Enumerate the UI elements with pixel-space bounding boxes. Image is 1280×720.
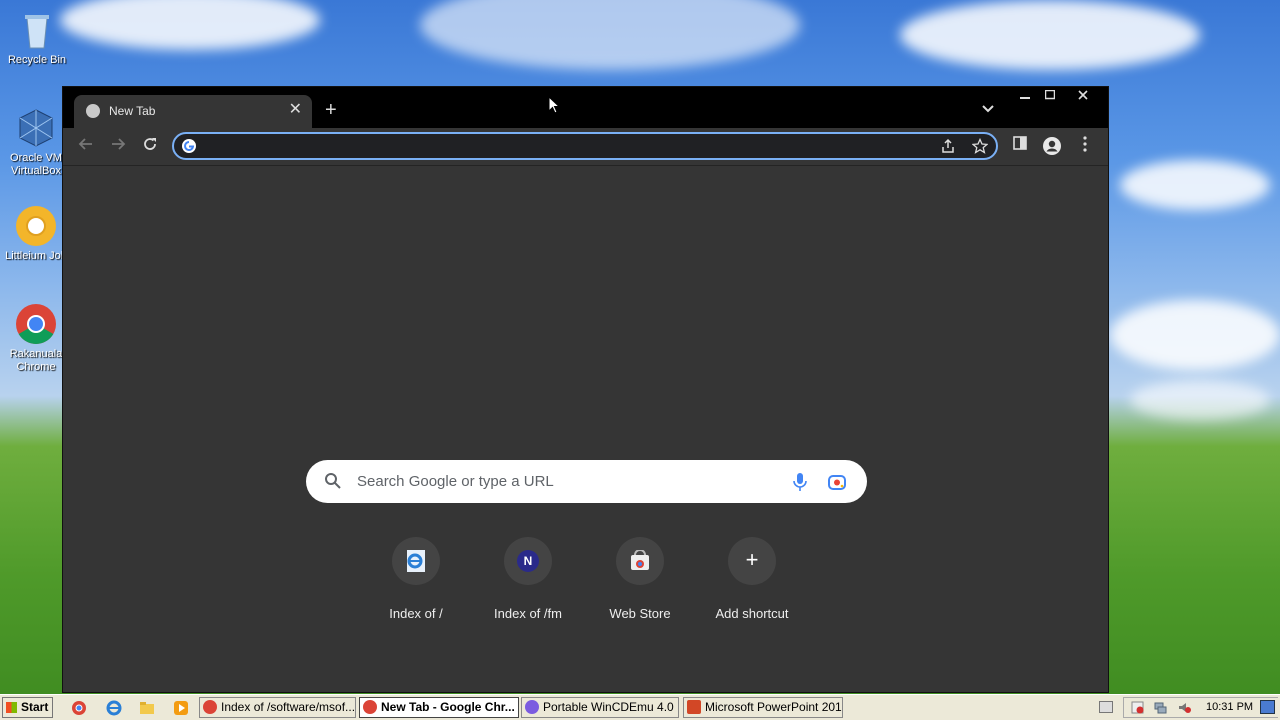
- task-label: Index of /software/msof...: [221, 700, 356, 714]
- desktop-icon-label: Oracle VM VirtualBox: [10, 152, 62, 177]
- recycle-bin-icon: [15, 8, 59, 52]
- taskbar-item-new-tab[interactable]: New Tab - Google Chr...: [359, 697, 519, 718]
- maximize-button[interactable]: [1036, 87, 1064, 107]
- search-placeholder[interactable]: Search Google or type a URL: [357, 473, 554, 490]
- taskbar-clock[interactable]: 10:31 PM: [1206, 701, 1253, 713]
- tab-search-chevron-icon[interactable]: [982, 101, 994, 116]
- taskbar-item-powerpoint[interactable]: Microsoft PowerPoint 2010: [683, 697, 843, 718]
- search-icon: [325, 473, 341, 489]
- chrome-icon: [14, 302, 58, 346]
- chromium-icon: [14, 204, 58, 248]
- taskbar-item-index-of-software[interactable]: Index of /software/msof...: [199, 697, 356, 718]
- shortcut-tile: N: [504, 537, 552, 585]
- bookmark-star-icon[interactable]: [971, 137, 989, 159]
- microphone-icon[interactable]: [792, 472, 808, 492]
- quicklaunch-chrome-icon[interactable]: [71, 700, 87, 716]
- shortcut-tile: [392, 537, 440, 585]
- shortcut-index-of-root[interactable]: Index of /: [361, 537, 471, 621]
- powerpoint-icon: [687, 700, 701, 714]
- shortcut-tile: [616, 537, 664, 585]
- mouse-cursor-icon: [548, 96, 560, 114]
- profile-avatar-icon[interactable]: [1041, 136, 1063, 162]
- back-button[interactable]: [75, 136, 97, 158]
- system-tray: [1123, 697, 1278, 718]
- chrome-window: New Tab ✕ + Search Google or type a URL …: [62, 86, 1109, 693]
- new-tab-button[interactable]: +: [325, 100, 337, 120]
- menu-kebab-icon[interactable]: [1074, 136, 1096, 158]
- desktop-icon-label: Rakanuala Chrome: [9, 348, 63, 373]
- chrome-favicon-icon: [86, 104, 100, 118]
- windows-flag-icon: [6, 702, 17, 713]
- wincdemu-icon: [525, 700, 539, 714]
- add-shortcut-button[interactable]: + Add shortcut: [697, 537, 807, 621]
- tab-new-tab[interactable]: New Tab ✕: [74, 95, 312, 128]
- desktop-icon-recycle-bin[interactable]: Recycle Bin: [2, 8, 72, 67]
- address-bar[interactable]: [172, 132, 998, 160]
- google-g-icon: [182, 139, 196, 153]
- shortcut-web-store[interactable]: Web Store: [585, 537, 695, 621]
- task-label: Portable WinCDEmu 4.0: [543, 700, 674, 714]
- quicklaunch-ie-icon[interactable]: [106, 700, 122, 716]
- quicklaunch-media-icon[interactable]: [173, 700, 189, 716]
- virtualbox-icon: [14, 106, 58, 150]
- quicklaunch-explorer-icon[interactable]: [139, 700, 155, 716]
- shortcut-tile: +: [728, 537, 776, 585]
- security-alert-icon[interactable]: [1131, 701, 1144, 714]
- desktop-icon-littleium[interactable]: Littleium Joh: [1, 204, 71, 263]
- reload-button[interactable]: [139, 136, 161, 158]
- desktop-icon-chrome[interactable]: Rakanuala Chrome: [1, 302, 71, 374]
- toolbar: [63, 128, 1108, 166]
- start-label: Start: [21, 700, 49, 714]
- shortcut-label: Index of /fm: [494, 606, 562, 621]
- side-panel-icon[interactable]: [1009, 136, 1031, 156]
- shortcut-label: Web Store: [609, 606, 671, 621]
- ntp-search-box[interactable]: Search Google or type a URL: [306, 460, 867, 503]
- ie-page-icon: [407, 550, 425, 572]
- keyboard-icon[interactable]: [1099, 701, 1113, 713]
- shortcut-label: Index of /: [389, 606, 443, 621]
- task-label: Microsoft PowerPoint 2010: [705, 700, 843, 714]
- letter-avatar-icon: N: [517, 550, 539, 572]
- taskbar: Start Index of /software/msof... New Tab…: [0, 694, 1280, 720]
- taskbar-item-wincdemu[interactable]: Portable WinCDEmu 4.0: [521, 697, 679, 718]
- google-lens-icon[interactable]: [827, 473, 847, 491]
- task-label: New Tab - Google Chr...: [381, 700, 515, 714]
- show-desktop-icon[interactable]: [1260, 700, 1275, 714]
- chrome-icon: [363, 700, 377, 714]
- desktop-icon-label: Recycle Bin: [7, 54, 67, 66]
- shortcut-index-of-fm[interactable]: N Index of /fm: [473, 537, 583, 621]
- shortcut-label: Add shortcut: [715, 606, 789, 621]
- start-button[interactable]: Start: [2, 697, 53, 718]
- chrome-icon: [203, 700, 217, 714]
- desktop-icon-virtualbox[interactable]: Oracle VM VirtualBox: [1, 106, 71, 178]
- plus-icon: +: [745, 547, 759, 572]
- tab-close-icon[interactable]: ✕: [289, 101, 302, 119]
- desktop-icon-label: Littleium Joh: [5, 250, 67, 262]
- title-bar[interactable]: New Tab ✕ +: [63, 87, 1108, 128]
- tab-title: New Tab: [109, 104, 156, 118]
- web-store-icon: [631, 550, 649, 570]
- minimize-button[interactable]: [1011, 87, 1039, 107]
- volume-muted-icon[interactable]: [1178, 701, 1191, 714]
- forward-button[interactable]: [107, 136, 129, 158]
- close-window-button[interactable]: [1069, 87, 1097, 107]
- share-icon[interactable]: [940, 138, 956, 159]
- network-icon[interactable]: [1154, 701, 1167, 714]
